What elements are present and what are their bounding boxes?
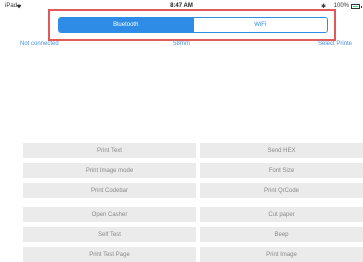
print-text-button[interactable]: Print Text <box>23 143 196 158</box>
select-printer-link[interactable]: Select Printe <box>318 41 352 47</box>
tab-bluetooth[interactable]: Bluetooth <box>59 18 193 32</box>
print-image-button[interactable]: Print Image <box>200 247 363 262</box>
send-hex-button[interactable]: Send HEX <box>200 143 363 158</box>
paper-size[interactable]: 58mm <box>0 41 363 47</box>
connection-type-segmented-control[interactable]: Bluetooth WiFi <box>58 17 328 33</box>
print-image-mode-button[interactable]: Print Image mode <box>23 163 196 178</box>
cut-paper-button[interactable]: Cut paper <box>200 207 363 222</box>
battery-icon <box>351 4 362 9</box>
tab-wifi[interactable]: WiFi <box>192 18 327 32</box>
font-size-button[interactable]: Font Size <box>200 163 363 178</box>
print-test-page-button[interactable]: Print Test Page <box>23 247 196 262</box>
self-test-button[interactable]: Self Test <box>23 227 196 242</box>
beep-button[interactable]: Beep <box>200 227 363 242</box>
open-casher-button[interactable]: Open Casher <box>23 207 196 222</box>
print-codebar-button[interactable]: Print Codebar <box>23 183 196 198</box>
print-qrcode-button[interactable]: Print QrCode <box>200 183 363 198</box>
